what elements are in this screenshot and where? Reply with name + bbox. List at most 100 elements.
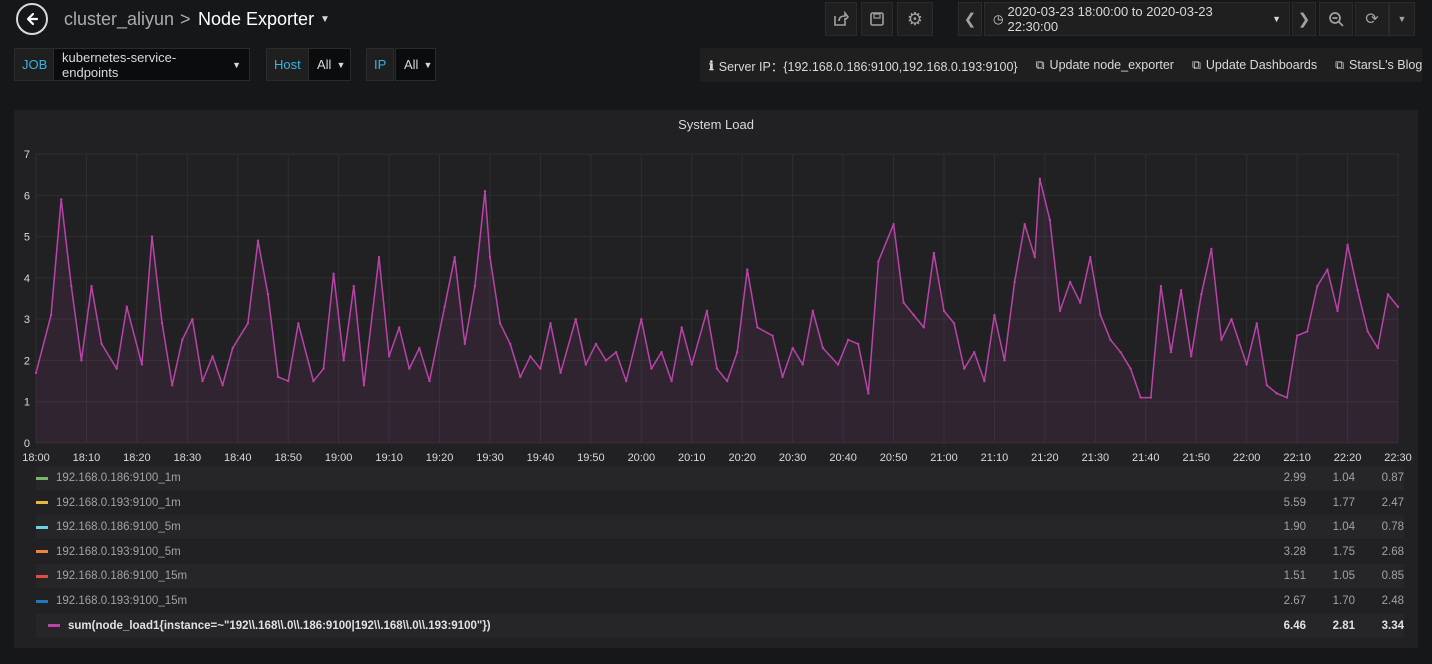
system-load-panel: System Load 0 1 2 3 4 5 6 7 18:00 18:10 18:20 18:30… <box>14 110 1418 648</box>
data-point <box>1200 293 1203 296</box>
legend-value-max: 2.68 <box>1381 545 1404 558</box>
data-point <box>266 293 270 296</box>
legend-series-name: 192.168.0.186:9100_1m <box>56 472 181 484</box>
data-point <box>584 363 588 366</box>
data-point <box>846 338 850 341</box>
legend-color-swatch[interactable] <box>36 476 48 480</box>
server-ip-link[interactable]: ℹ Server IP：{192.168.0.186:9100,192.168.… <box>700 56 1027 75</box>
save-button[interactable] <box>861 2 893 36</box>
data-point <box>171 384 174 387</box>
variable-select-host[interactable]: All ▼ <box>308 48 351 81</box>
update-node-exporter-link[interactable]: ⧉ Update node_exporter <box>1027 58 1183 73</box>
data-point <box>1109 338 1112 341</box>
share-button[interactable] <box>825 2 857 36</box>
data-point <box>912 313 915 317</box>
legend-row[interactable]: 192.168.0.186:9100_15m 1.51 1.05 0.85 <box>36 564 1404 589</box>
data-point <box>715 367 719 370</box>
y-tick-label: 5 <box>24 232 30 244</box>
data-point <box>640 317 643 321</box>
legend-row[interactable]: 192.168.0.186:9100_1m 2.99 1.04 0.87 <box>36 466 1404 490</box>
external-link-icon: ⧉ <box>1335 57 1345 72</box>
legend-row[interactable]: 192.168.0.193:9100_15m 2.67 1.70 2.48 <box>36 589 1404 613</box>
data-point <box>473 284 477 288</box>
data-point <box>287 379 290 383</box>
data-point <box>1048 218 1052 222</box>
x-tick-label: 18:10 <box>73 452 101 464</box>
data-point <box>377 256 381 259</box>
zoom-out-button[interactable] <box>1319 2 1353 36</box>
breadcrumb-folder[interactable]: cluster_aliyun <box>64 9 174 30</box>
legend-value-avg: 1.70 <box>1332 595 1355 607</box>
time-picker-button[interactable]: ◷ 2020-03-23 18:00:00 to 2020-03-23 22:3… <box>984 2 1290 36</box>
variable-value-ip: All <box>404 57 419 72</box>
time-shift-forward-button[interactable]: ❯ <box>1292 2 1316 36</box>
update-dashboards-link[interactable]: ⧉ Update Dashboards <box>1183 58 1326 73</box>
time-shift-back-button[interactable]: ❮ <box>958 2 982 36</box>
save-icon <box>870 12 884 26</box>
legend-color-swatch[interactable] <box>36 574 48 578</box>
legend-color-swatch[interactable] <box>36 501 48 505</box>
data-point <box>650 367 653 370</box>
time-range-label: 2020-03-23 18:00:00 to 2020-03-23 22:30:… <box>1007 4 1213 34</box>
data-point <box>821 346 825 350</box>
data-point <box>201 379 204 383</box>
legend-color-swatch[interactable] <box>36 550 48 554</box>
variable-select-job[interactable]: kubernetes-service-endpoints ▼ <box>53 48 250 81</box>
data-point <box>1210 247 1213 251</box>
data-point <box>1386 293 1390 296</box>
data-point <box>387 355 391 358</box>
legend-color-swatch[interactable] <box>36 599 48 603</box>
legend-series-name: 192.168.0.193:9100_1m <box>56 496 181 509</box>
system-load-chart[interactable]: 0 1 2 3 4 5 6 7 18:00 18:10 18:20 18:30 18:40 18:50 19… <box>14 110 1418 470</box>
y-tick-label: 0 <box>24 438 30 450</box>
data-point <box>90 284 93 288</box>
data-point <box>942 309 946 313</box>
back-button[interactable] <box>16 3 48 35</box>
x-tick-label: 19:40 <box>527 452 555 464</box>
legend-row[interactable]: 192.168.0.186:9100_5m 1.90 1.04 0.78 <box>36 515 1404 540</box>
arrow-left-icon <box>26 12 39 26</box>
data-point <box>115 367 118 370</box>
x-tick-label: 21:50 <box>1182 452 1210 464</box>
legend-color-swatch[interactable] <box>36 525 48 529</box>
data-point <box>625 379 628 383</box>
caret-down-icon[interactable]: ▼ <box>320 14 330 25</box>
legend-row[interactable]: sum(node_load1{instance=~"192\\.168\\.0\… <box>36 613 1404 638</box>
data-point <box>1003 359 1006 362</box>
data-point <box>559 371 562 375</box>
dashboard-title[interactable]: Node Exporter <box>198 9 314 30</box>
data-point <box>877 260 880 263</box>
legend-row[interactable]: 192.168.0.193:9100_5m 3.28 1.75 2.68 <box>36 540 1404 564</box>
data-point <box>70 284 73 288</box>
data-point <box>811 309 815 313</box>
data-point <box>670 379 673 383</box>
refresh-icon: ⟳ <box>1365 11 1379 28</box>
variable-select-ip[interactable]: All ▼ <box>395 48 436 81</box>
refresh-button[interactable]: ⟳ <box>1355 2 1389 36</box>
data-point <box>1275 392 1279 395</box>
legend-color-swatch[interactable] <box>48 624 60 628</box>
x-tick-label: 20:00 <box>628 452 656 464</box>
variable-label-ip: IP <box>366 48 395 81</box>
legend-series-name: 192.168.0.193:9100_15m <box>56 595 188 607</box>
y-tick-label: 7 <box>24 149 30 161</box>
x-tick-label: 18:40 <box>224 452 252 464</box>
data-point <box>660 350 663 354</box>
data-point <box>60 198 63 201</box>
legend-row[interactable]: 192.168.0.193:9100_1m 5.59 1.77 2.47 <box>36 491 1404 515</box>
y-tick-label: 4 <box>24 273 30 285</box>
legend-value-current: 5.59 <box>1283 496 1306 509</box>
y-tick-label: 3 <box>24 314 30 326</box>
blog-link[interactable]: ⧉ StarsL's Blog <box>1326 58 1431 73</box>
x-tick-label: 21:00 <box>930 452 958 464</box>
data-point <box>498 322 502 325</box>
data-point <box>801 363 804 366</box>
refresh-interval-dropdown[interactable]: ▼ <box>1389 2 1415 36</box>
data-point <box>1326 268 1329 271</box>
settings-button[interactable]: ⚙ <box>897 2 933 36</box>
data-point <box>150 235 154 238</box>
x-tick-label: 22:20 <box>1334 452 1362 464</box>
data-point <box>312 379 315 383</box>
external-link-icon: ⧉ <box>1035 57 1045 72</box>
data-point <box>1179 289 1183 292</box>
